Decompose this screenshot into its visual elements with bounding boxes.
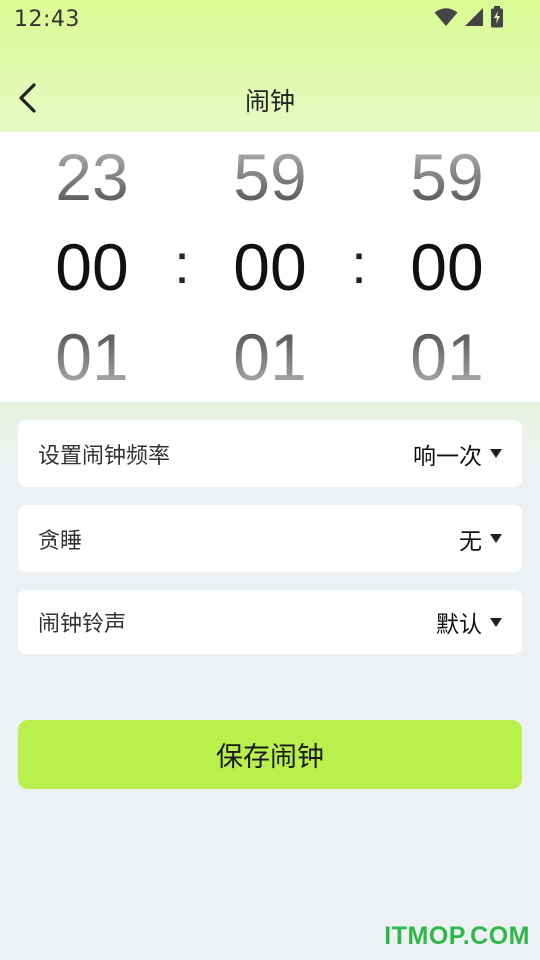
frequency-setting-row[interactable]: 设置闹钟频率 响一次 — [18, 420, 522, 487]
page-title: 闹钟 — [244, 87, 295, 116]
minute-next-value[interactable]: 01 — [210, 312, 330, 402]
dropdown-arrow-icon — [490, 534, 502, 543]
second-prev-value[interactable]: 59 — [387, 132, 507, 222]
status-bar: 12:43 — [0, 0, 540, 38]
time-separator: : — [351, 232, 367, 295]
second-next-value[interactable]: 01 — [387, 312, 507, 402]
frequency-dropdown[interactable]: 响一次 — [413, 437, 502, 471]
snooze-setting-row[interactable]: 贪睡 无 — [18, 505, 522, 572]
hour-current-value[interactable]: 00 — [32, 222, 152, 312]
save-alarm-button[interactable]: 保存闹钟 — [18, 720, 522, 789]
snooze-dropdown[interactable]: 无 — [459, 522, 502, 556]
second-wheel[interactable]: 59 00 01 — [387, 132, 507, 402]
snooze-value: 无 — [459, 528, 482, 555]
frequency-label: 设置闹钟频率 — [38, 443, 171, 469]
ringtone-label: 闹钟铃声 — [38, 612, 127, 637]
watermark: ITMOP.COM — [384, 922, 530, 950]
status-icons — [434, 6, 504, 32]
battery-icon — [490, 6, 504, 32]
status-time: 12:43 — [14, 6, 80, 32]
back-arrow-icon — [16, 82, 40, 118]
app-bar: 闹钟 — [0, 70, 540, 130]
minute-current-value[interactable]: 00 — [210, 222, 330, 312]
minute-prev-value[interactable]: 59 — [210, 132, 330, 222]
hour-wheel[interactable]: 23 00 01 — [32, 132, 152, 402]
wifi-icon — [434, 7, 458, 31]
second-current-value[interactable]: 00 — [387, 222, 507, 312]
hour-next-value[interactable]: 01 — [32, 312, 152, 402]
ringtone-setting-row[interactable]: 闹钟铃声 默认 — [18, 590, 522, 654]
time-picker: 23 00 01 : 59 00 01 : 59 00 01 — [0, 132, 540, 402]
ringtone-dropdown[interactable]: 默认 — [436, 605, 502, 639]
back-button[interactable] — [8, 80, 48, 120]
dropdown-arrow-icon — [490, 617, 502, 627]
time-separator: : — [174, 232, 190, 295]
dropdown-arrow-icon — [490, 449, 502, 458]
signal-icon — [464, 7, 484, 31]
minute-wheel[interactable]: 59 00 01 — [210, 132, 330, 402]
snooze-label: 贪睡 — [38, 528, 83, 554]
frequency-value: 响一次 — [413, 443, 482, 470]
hour-prev-value[interactable]: 23 — [32, 132, 152, 222]
ringtone-value: 默认 — [436, 612, 482, 638]
